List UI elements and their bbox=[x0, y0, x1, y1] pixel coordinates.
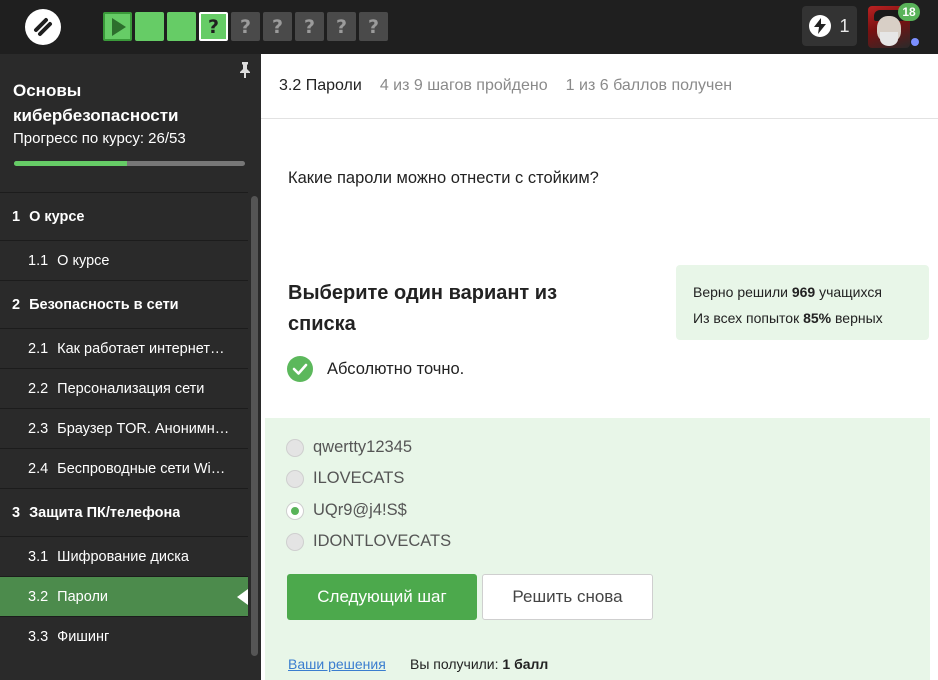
next-step-button[interactable]: Следующий шаг bbox=[287, 574, 477, 620]
toc-label: Браузер TOR. Анонимн… bbox=[57, 420, 230, 437]
course-title[interactable]: Основы кибербезопасности bbox=[13, 78, 223, 128]
toc-label: Шифрование диска bbox=[57, 548, 189, 565]
step-video-play[interactable] bbox=[103, 12, 132, 41]
step-quiz[interactable]: ? bbox=[231, 12, 260, 41]
toc-label: Беспроводные сети Wi… bbox=[57, 460, 226, 477]
verdict-text: Абсолютно точно. bbox=[327, 359, 465, 378]
step-quiz[interactable]: ? bbox=[263, 12, 292, 41]
answer-label: IDONTLOVECATS bbox=[313, 532, 452, 550]
task-title: Выберите один вариант из списка bbox=[288, 282, 558, 335]
step-quiz[interactable]: ? bbox=[327, 12, 356, 41]
checkmark-icon bbox=[287, 356, 313, 382]
toc-label: О курсе bbox=[29, 208, 85, 225]
toc-label: Защита ПК/телефона bbox=[29, 504, 181, 521]
points-received: Вы получили: 1 балл bbox=[410, 656, 549, 672]
radio-unchecked-icon[interactable] bbox=[286, 469, 304, 488]
toc-section-2[interactable]: 2 Безопасность в сети bbox=[0, 280, 248, 328]
toc-label: Персонализация сети bbox=[57, 380, 205, 397]
points-progress: 1 из 6 баллов получен bbox=[565, 77, 733, 94]
toc-lesson-2-2[interactable]: 2.2 Персонализация сети bbox=[0, 368, 248, 408]
radio-checked-icon[interactable] bbox=[286, 501, 304, 520]
step-quiz[interactable]: ? bbox=[359, 12, 388, 41]
course-progress-bar bbox=[14, 161, 245, 166]
answer-area: qwertty12345 ILOVECATS UQr9@j4!S$ IDONTLOVE… bbox=[265, 418, 930, 680]
step-content: 3.2 Пароли 4 из 9 шагов пройдено 1 из 6 … bbox=[261, 54, 938, 680]
course-sidebar: Основы кибербезопасности Прогресс по кур… bbox=[0, 54, 261, 680]
toc-section-1[interactable]: 1 О курсе bbox=[0, 192, 248, 240]
course-header: Основы кибербезопасности Прогресс по кур… bbox=[0, 54, 261, 192]
solved-stat: Верно решили 969 учащихся bbox=[693, 284, 882, 300]
toc-label: О курсе bbox=[57, 252, 110, 269]
play-icon bbox=[112, 17, 126, 36]
step-passed[interactable] bbox=[135, 12, 164, 41]
toc-number: 2.3 bbox=[28, 420, 49, 437]
answer-label: qwertty12345 bbox=[313, 438, 413, 456]
toc-lesson-1-1[interactable]: 1.1 О курсе bbox=[0, 240, 248, 280]
answer-option[interactable]: ILOVECATS bbox=[286, 469, 404, 488]
answer-label: UQr9@j4!S$ bbox=[313, 501, 407, 519]
toc-number: 3.3 bbox=[28, 628, 49, 645]
toc-label: Как работает интернет… bbox=[57, 340, 225, 357]
toc-number: 1.1 bbox=[28, 252, 49, 269]
toc-number: 1 bbox=[12, 208, 21, 225]
top-navigation-bar: ?????? 1 18 bbox=[0, 0, 938, 54]
attempts-stat: Из всех попыток 85% верных bbox=[693, 310, 883, 326]
notifications-badge[interactable]: 18 bbox=[898, 3, 920, 21]
toc-number: 2.4 bbox=[28, 460, 49, 477]
retry-button[interactable]: Решить снова bbox=[482, 574, 653, 620]
lesson-header: 3.2 Пароли 4 из 9 шагов пройдено 1 из 6 … bbox=[261, 54, 938, 119]
toc-lesson-3-3[interactable]: 3.3 Фишинг bbox=[0, 616, 248, 656]
answer-label: ILOVECATS bbox=[313, 469, 405, 487]
step-quiz[interactable]: ? bbox=[295, 12, 324, 41]
lesson-title: 3.2 Пароли bbox=[279, 77, 362, 94]
radio-unchecked-icon[interactable] bbox=[286, 438, 304, 457]
steps-progress: 4 из 9 шагов пройдено bbox=[379, 77, 548, 94]
toc-lesson-2-4[interactable]: 2.4 Беспроводные сети Wi… bbox=[0, 448, 248, 488]
toc-number: 3.2 bbox=[28, 588, 49, 605]
course-progress-label: Прогресс по курсу: 26/53 bbox=[13, 130, 186, 147]
online-status-dot bbox=[911, 38, 919, 46]
toc-number: 2.1 bbox=[28, 340, 49, 357]
course-table-of-contents: 1 О курсе 1.1 О курсе 2 Безопасность в сети 2.… bbox=[0, 192, 248, 656]
toc-number: 3.1 bbox=[28, 548, 49, 565]
energy-count: 1 bbox=[839, 15, 850, 36]
answer-option[interactable]: UQr9@j4!S$ bbox=[286, 501, 407, 520]
step-current[interactable]: ? bbox=[199, 12, 228, 41]
toc-label: Безопасность в сети bbox=[29, 296, 179, 313]
toc-number: 3 bbox=[12, 504, 21, 521]
pin-icon[interactable] bbox=[238, 62, 252, 78]
step-passed[interactable] bbox=[167, 12, 196, 41]
lightning-icon bbox=[809, 15, 832, 37]
answer-option[interactable]: IDONTLOVECATS bbox=[286, 532, 451, 551]
answer-option[interactable]: qwertty12345 bbox=[286, 438, 412, 457]
course-progress-fill bbox=[14, 161, 128, 166]
your-solutions-link[interactable]: Ваши решения bbox=[288, 656, 386, 672]
toc-label: Фишинг bbox=[57, 628, 110, 645]
stepik-logo-icon[interactable] bbox=[24, 8, 62, 46]
question-text: Какие пароли можно отнести с стойким? bbox=[288, 169, 599, 187]
lesson-steps-strip: ?????? bbox=[103, 12, 388, 41]
step-statistics: Верно решили 969 учащихся Из всех попыто… bbox=[676, 265, 929, 340]
radio-unchecked-icon[interactable] bbox=[286, 532, 304, 551]
sidebar-scrollbar[interactable] bbox=[251, 196, 258, 656]
toc-section-3[interactable]: 3 Защита ПК/телефона bbox=[0, 488, 248, 536]
toc-number: 2.2 bbox=[28, 380, 49, 397]
correct-verdict: Абсолютно точно. bbox=[287, 356, 464, 382]
toc-lesson-2-3[interactable]: 2.3 Браузер TOR. Анонимн… bbox=[0, 408, 248, 448]
toc-lesson-3-2[interactable]: 3.2 Пароли bbox=[0, 576, 248, 616]
toc-label: Пароли bbox=[57, 588, 109, 605]
toc-lesson-2-1[interactable]: 2.1 Как работает интернет… bbox=[0, 328, 248, 368]
energy-button[interactable]: 1 bbox=[802, 6, 857, 46]
toc-number: 2 bbox=[12, 296, 21, 313]
toc-lesson-3-1[interactable]: 3.1 Шифрование диска bbox=[0, 536, 248, 576]
